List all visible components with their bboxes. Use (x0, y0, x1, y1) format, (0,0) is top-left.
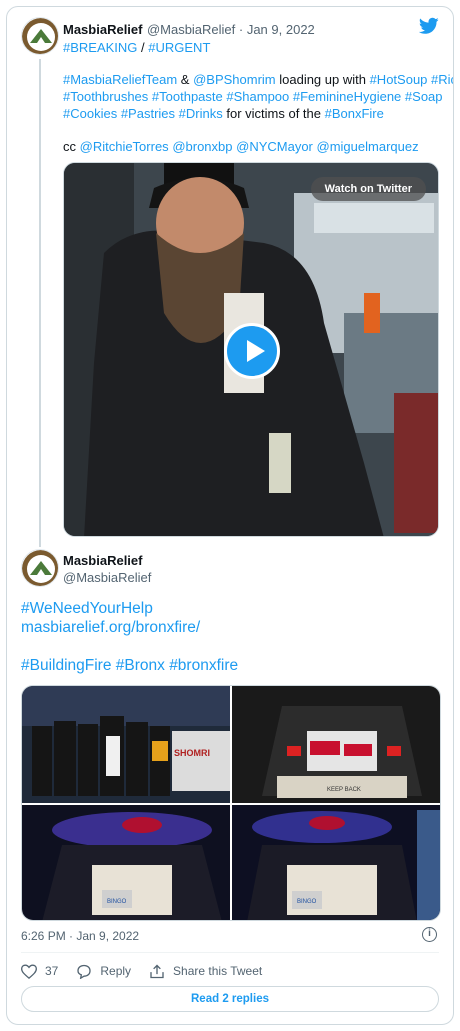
hashtag[interactable]: #WeNeedYourHelp (21, 599, 153, 618)
video-player[interactable]: Watch on Twitter (63, 162, 439, 537)
avatar[interactable] (21, 549, 59, 587)
share-icon (150, 964, 164, 978)
action-bar: 37 Reply Share this Tweet (21, 961, 280, 981)
photo-2[interactable]: KEEP BACK (232, 686, 440, 803)
photo-caption: BINGO (107, 899, 127, 905)
hashtag[interactable]: #Cookies (63, 106, 117, 121)
tweet1-body-line-2: #Toothbrushes #Toothpaste #Shampoo #Femi… (63, 89, 443, 106)
tweet2-author: MasbiaRelief @MasbiaRelief (63, 553, 151, 585)
mention[interactable]: @RitchieTorres (80, 139, 169, 154)
share-label: Share this Tweet (173, 964, 263, 978)
hashtag[interactable]: #MasbiaReliefTeam (63, 72, 177, 87)
info-icon[interactable]: i (422, 927, 437, 942)
photo-grid: SHOMRI KEEP BACK BINGO BINGO (21, 685, 441, 921)
avatar[interactable] (21, 17, 59, 55)
tweet-card: MasbiaRelief @MasbiaRelief · Jan 9, 2022… (6, 6, 454, 1025)
website-link[interactable]: masbiarelief.org/bronxfire/ (21, 618, 200, 637)
hashtag[interactable]: #Toothbrushes (63, 89, 148, 104)
display-name[interactable]: MasbiaRelief (63, 553, 151, 568)
heart-icon (21, 963, 37, 979)
mention[interactable]: @miguelmarquez (317, 139, 419, 154)
like-count: 37 (45, 964, 59, 978)
hashtag[interactable]: #FeminineHygiene (293, 89, 401, 104)
tweet1-body-line-1: #MasbiaReliefTeam & @BPShomrim loading u… (63, 72, 453, 89)
hashtag[interactable]: #HotSoup (370, 72, 428, 87)
tweet1-tags-line: #BREAKING / #URGENT (63, 40, 210, 57)
hashtag[interactable]: #BonxFire (325, 106, 384, 121)
photo-4[interactable]: BINGO (232, 805, 440, 920)
tweet-timestamp[interactable]: 6:26 PM · Jan 9, 2022 (21, 929, 139, 943)
thread-connector (39, 59, 41, 547)
mention[interactable]: @bronxbp (172, 139, 232, 154)
mention[interactable]: @NYCMayor (236, 139, 313, 154)
read-replies-button[interactable]: Read 2 replies (21, 986, 439, 1012)
comment-icon (77, 964, 92, 979)
hashtag[interactable]: #BREAKING (63, 40, 137, 55)
twitter-bird-icon[interactable] (418, 17, 439, 35)
text: cc (63, 139, 80, 154)
play-icon[interactable] (224, 323, 280, 379)
mention[interactable]: @BPShomrim (193, 72, 276, 87)
reply-label: Reply (100, 964, 132, 978)
divider (21, 952, 439, 953)
hashtags-line[interactable]: #BuildingFire #Bronx #bronxfire (21, 656, 238, 675)
tweet1-cc-line: cc @RitchieTorres @bronxbp @NYCMayor @mi… (63, 139, 419, 156)
hashtag[interactable]: #Soap (405, 89, 443, 104)
photo-caption: BINGO (297, 899, 317, 905)
hashtag[interactable]: #Drinks (179, 106, 223, 121)
hashtag[interactable]: #Pastries (121, 106, 175, 121)
share-button[interactable]: Share this Tweet (149, 964, 262, 979)
hashtag[interactable]: #Shampoo (226, 89, 289, 104)
hashtag[interactable]: #Rice (431, 72, 453, 87)
photo-1[interactable]: SHOMRI (22, 686, 230, 803)
photo-caption: SHOMRI (174, 748, 210, 758)
handle-date[interactable]: @MasbiaRelief · Jan 9, 2022 (147, 22, 315, 37)
hashtag[interactable]: #URGENT (148, 40, 210, 55)
watch-on-twitter-button[interactable]: Watch on Twitter (310, 177, 426, 201)
hashtag[interactable]: #Toothpaste (152, 89, 223, 104)
text: for victims of the (222, 106, 325, 121)
like-button[interactable]: 37 (21, 963, 59, 979)
separator: / (137, 40, 149, 55)
tweet1-body-line-3: #Cookies #Pastries #Drinks for victims o… (63, 106, 384, 123)
text: loading up with (275, 72, 370, 87)
photo-caption: KEEP BACK (327, 787, 361, 793)
display-name[interactable]: MasbiaRelief (63, 22, 142, 37)
reply-button[interactable]: Reply (76, 964, 131, 979)
handle[interactable]: @MasbiaRelief (63, 570, 151, 585)
photo-3[interactable]: BINGO (22, 805, 230, 920)
text: & (177, 72, 194, 87)
